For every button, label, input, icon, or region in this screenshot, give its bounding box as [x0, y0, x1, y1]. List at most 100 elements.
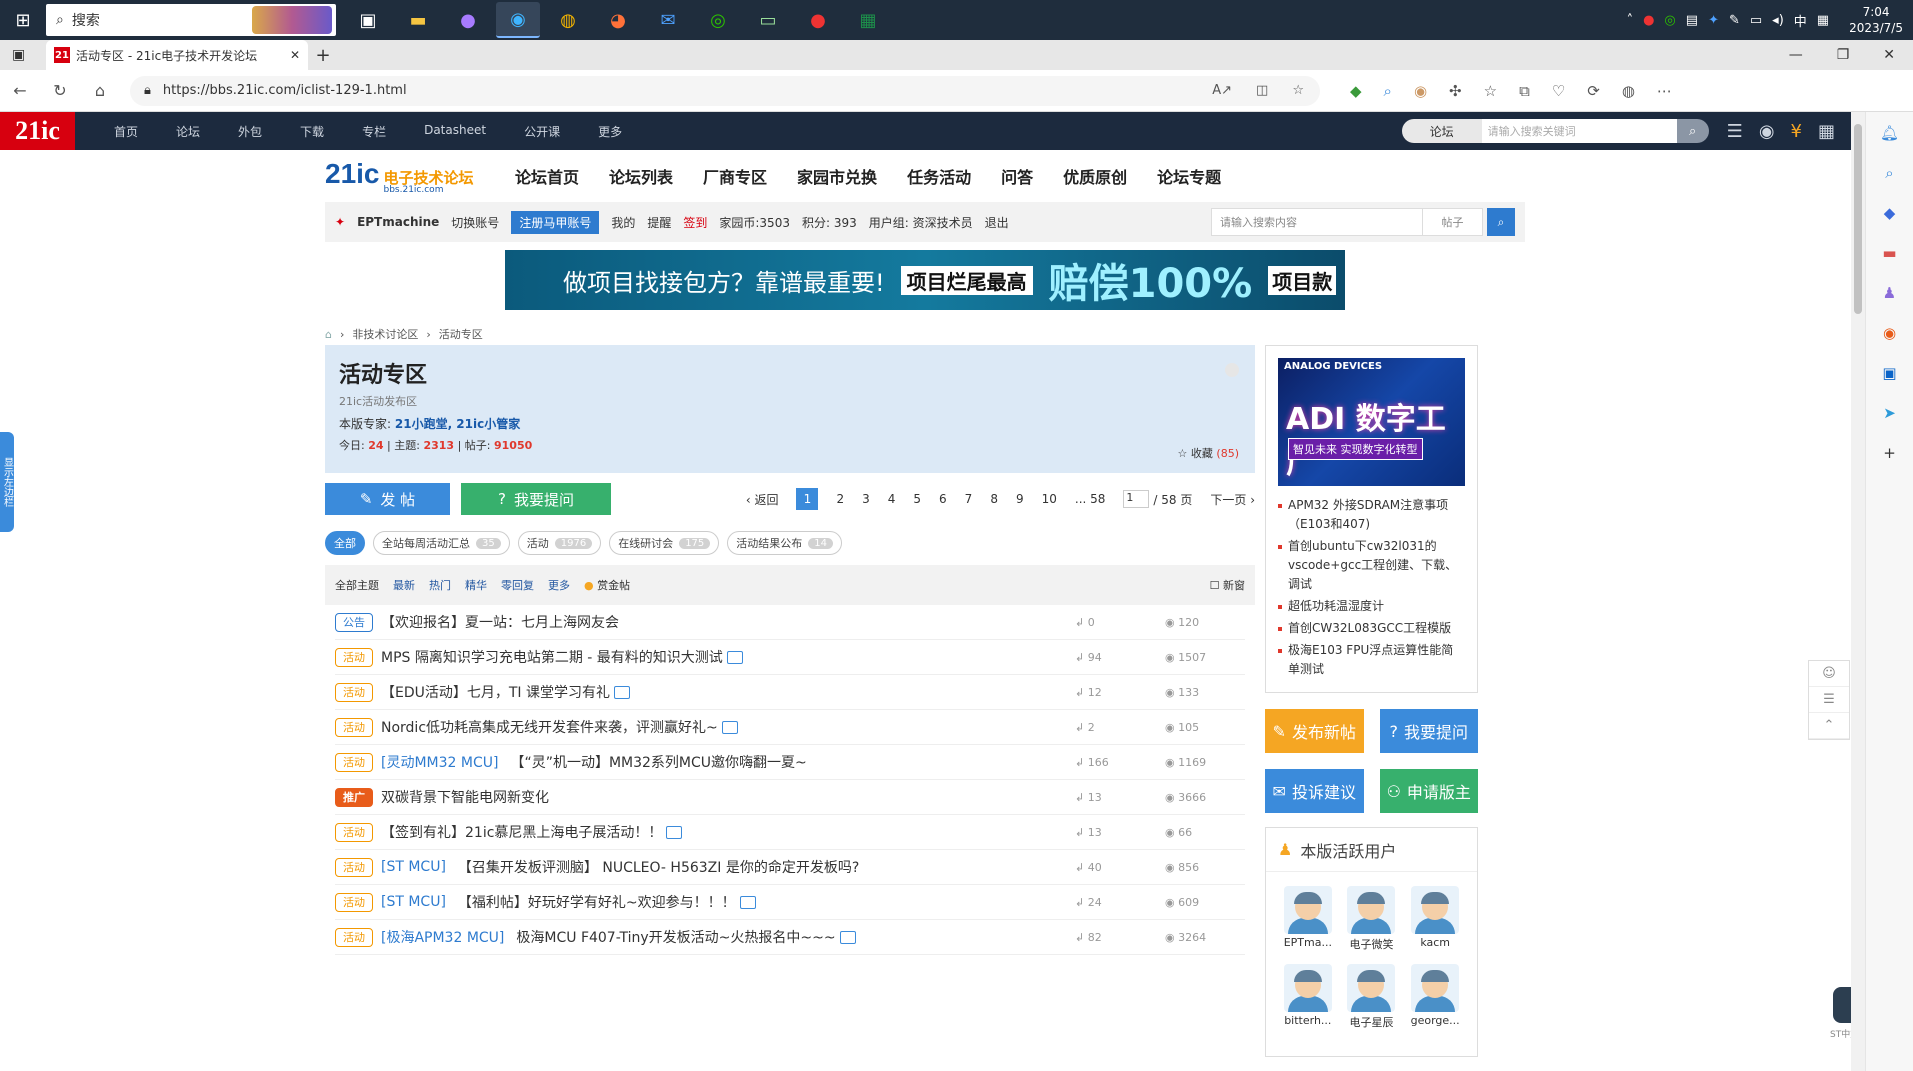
add-icon[interactable]: +	[1883, 444, 1896, 462]
apply-moderator-button[interactable]: ⚇ 申请版主	[1379, 769, 1478, 813]
ask-question-button[interactable]: ? 我要提问	[461, 483, 611, 515]
forum-nav-qa[interactable]: 问答	[1001, 164, 1033, 188]
scrollbar[interactable]	[1851, 112, 1865, 1071]
chrome-icon[interactable]: ◍	[546, 2, 590, 38]
taskbar-search[interactable]: ⌕ 搜索	[46, 4, 336, 36]
thread-title[interactable]: 【“灵”机一动】MM32系列MCU邀你嗨翻一夏~	[510, 752, 806, 772]
messaging-icon[interactable]: ▭	[746, 2, 790, 38]
send-icon[interactable]: ➤	[1883, 404, 1896, 422]
thread-row[interactable]: 活动 【签到有礼】21ic慕尼黑上海电子展活动！！ ↲ 13 ◉ 66	[335, 815, 1245, 850]
nav-outsource[interactable]: 外包	[219, 123, 281, 140]
heart-monitor-icon[interactable]: ♡	[1552, 82, 1565, 100]
thread-title[interactable]: 【福利帖】好玩好学有好礼~欢迎参与！！！	[458, 892, 736, 912]
thread-title[interactable]: Nordic低功耗高集成无线开发套件来袭，评测赢好礼~	[381, 717, 718, 737]
close-window-icon[interactable]: ✕	[1883, 47, 1895, 63]
show-left-sidebar-tab[interactable]: 显示左边栏	[0, 432, 14, 532]
bell-icon[interactable]: 🔔︎	[1880, 124, 1899, 142]
thread-prefix[interactable]: [ST MCU]	[381, 859, 446, 875]
filter-more[interactable]: 更多	[548, 577, 570, 593]
browser-tab[interactable]: 21 活动专区 - 21ic电子技术开发论坛 ✕	[46, 40, 308, 70]
toolbox-icon[interactable]: ▬	[1882, 244, 1896, 262]
qrcode-icon[interactable]: ▦	[1818, 121, 1835, 142]
wechat-icon[interactable]: ◎	[696, 2, 740, 38]
back-icon[interactable]: ←	[0, 81, 40, 100]
back-to-top-icon[interactable]: ⌃	[1809, 713, 1849, 739]
logout-link[interactable]: 退出	[985, 214, 1009, 231]
breadcrumb-item[interactable]: 非技术讨论区	[352, 326, 418, 342]
task-view-icon[interactable]: ▣	[346, 2, 390, 38]
forum-nav-original[interactable]: 优质原创	[1063, 164, 1127, 188]
avatar[interactable]	[1411, 964, 1460, 1012]
nav-forum[interactable]: 论坛	[157, 123, 219, 140]
coins-link[interactable]: 家园币:3503	[719, 214, 790, 231]
pager-next[interactable]: 下一页 ›	[1210, 491, 1255, 508]
hot-link[interactable]: 极海E103 FPU浮点运算性能简单测试	[1278, 641, 1465, 679]
extensions-puzzle-icon[interactable]: ✣	[1449, 82, 1462, 100]
my-menu[interactable]: 我的	[611, 214, 635, 231]
breadcrumb-item[interactable]: 活动专区	[439, 326, 483, 342]
thread-title[interactable]: 【EDU活动】七月，TI 课堂学习有礼	[381, 682, 610, 702]
chip-webinar[interactable]: 在线研讨会 175	[609, 531, 720, 555]
active-user[interactable]: 电子星辰	[1340, 964, 1404, 1030]
more-menu-icon[interactable]: ⋯	[1657, 82, 1672, 100]
thread-title[interactable]: MPS 隔离知识学习充电站第二期 - 最有料的知识大测试	[381, 647, 723, 667]
active-user-name[interactable]: 电子星辰	[1349, 1014, 1393, 1030]
page-6[interactable]: 6	[939, 492, 947, 506]
clock[interactable]: 7:04 2023/7/5	[1849, 4, 1903, 36]
active-user[interactable]: EPTma...	[1276, 886, 1340, 952]
chip-activity[interactable]: 活动 1976	[517, 531, 602, 555]
nav-column[interactable]: 专栏	[343, 123, 405, 140]
active-user-name[interactable]: kacm	[1420, 936, 1450, 949]
active-user-name[interactable]: 电子微笑	[1349, 936, 1393, 952]
forum-nav-home[interactable]: 论坛首页	[515, 164, 579, 188]
active-user[interactable]: bitterh...	[1276, 964, 1340, 1030]
thread-prefix[interactable]: [极海APM32 MCU]	[381, 927, 504, 947]
search-scope-select[interactable]: 论坛	[1401, 119, 1482, 143]
thread-tag[interactable]: 活动	[335, 892, 373, 912]
split-screen-icon[interactable]: ◫	[1256, 83, 1268, 98]
search-icon[interactable]: ⌕	[1885, 164, 1893, 182]
favorite-star-icon[interactable]: ☆	[1292, 83, 1304, 98]
windows-start-icon[interactable]: ⊞	[0, 0, 46, 40]
filter-zero-reply[interactable]: 零回复	[501, 577, 534, 593]
active-user-name[interactable]: george...	[1411, 1014, 1460, 1027]
firefox-icon[interactable]: ◕	[596, 2, 640, 38]
thread-row[interactable]: 活动 [ST MCU] 【召集开发板评测脑】 NUCLEO- H563ZI 是你的命…	[335, 850, 1245, 885]
thread-tag[interactable]: 公告	[335, 612, 373, 632]
complaint-button[interactable]: ✉ 投诉建议	[1265, 769, 1364, 813]
thread-tag[interactable]: 活动	[335, 682, 373, 702]
avatar[interactable]	[1283, 886, 1332, 934]
filter-bounty[interactable]: ● 赏金帖	[584, 577, 630, 593]
forum-search-input[interactable]: 请输入搜索内容	[1211, 208, 1423, 236]
page-5[interactable]: 5	[913, 492, 921, 506]
active-user-name[interactable]: EPTma...	[1284, 936, 1332, 949]
nav-download[interactable]: 下载	[281, 123, 343, 140]
page-1[interactable]: 1	[796, 488, 819, 510]
search-icon[interactable]: ⌕	[1676, 119, 1709, 143]
hot-link[interactable]: 首创CW32L083GCC工程模版	[1278, 619, 1465, 638]
site-logo[interactable]: 21ic	[0, 112, 75, 150]
page-3[interactable]: 3	[862, 492, 870, 506]
forum-nav-list[interactable]: 论坛列表	[609, 164, 673, 188]
active-user[interactable]: george...	[1403, 964, 1467, 1030]
close-tab-icon[interactable]: ✕	[290, 48, 300, 62]
hot-link[interactable]: 首创ubuntu下cw32l031的vscode+gcc工程创建、下载、调试	[1278, 537, 1465, 594]
refresh-icon[interactable]: ↻	[40, 81, 80, 100]
adi-ad-image[interactable]: ANALOG DEVICES ADI 数字工厂 智见未来 实现数字化转型	[1278, 358, 1465, 486]
points-link[interactable]: 积分: 393	[802, 214, 857, 231]
thread-tag[interactable]: 推广	[335, 787, 373, 807]
forum-nav-topics[interactable]: 论坛专题	[1157, 164, 1221, 188]
ime-indicator[interactable]: 中	[1794, 11, 1807, 30]
search-extension-icon[interactable]: ⌕	[1384, 82, 1392, 100]
forum-logo[interactable]: 21ic 电子技术论坛 bbs.21ic.com	[325, 158, 485, 195]
page-jump-input[interactable]: 1	[1123, 490, 1150, 508]
new-window-checkbox[interactable]: ☐ 新窗	[1210, 577, 1245, 593]
filter-digest[interactable]: 精华	[465, 577, 487, 593]
filter-hot[interactable]: 热门	[429, 577, 451, 593]
thread-row[interactable]: 推广 双碳背景下智能电网新变化 ↲ 13 ◉ 3666	[335, 780, 1245, 815]
thread-row[interactable]: 活动 【EDU活动】七月，TI 课堂学习有礼 ↲ 12 ◉ 133	[335, 675, 1245, 710]
hot-link[interactable]: APM32 外接SDRAM注意事项（E103和407)	[1278, 496, 1465, 534]
thread-tag[interactable]: 活动	[335, 822, 373, 842]
hot-link[interactable]: 超低功耗温湿度计	[1278, 597, 1465, 616]
new-tab-button[interactable]: +	[308, 40, 338, 70]
